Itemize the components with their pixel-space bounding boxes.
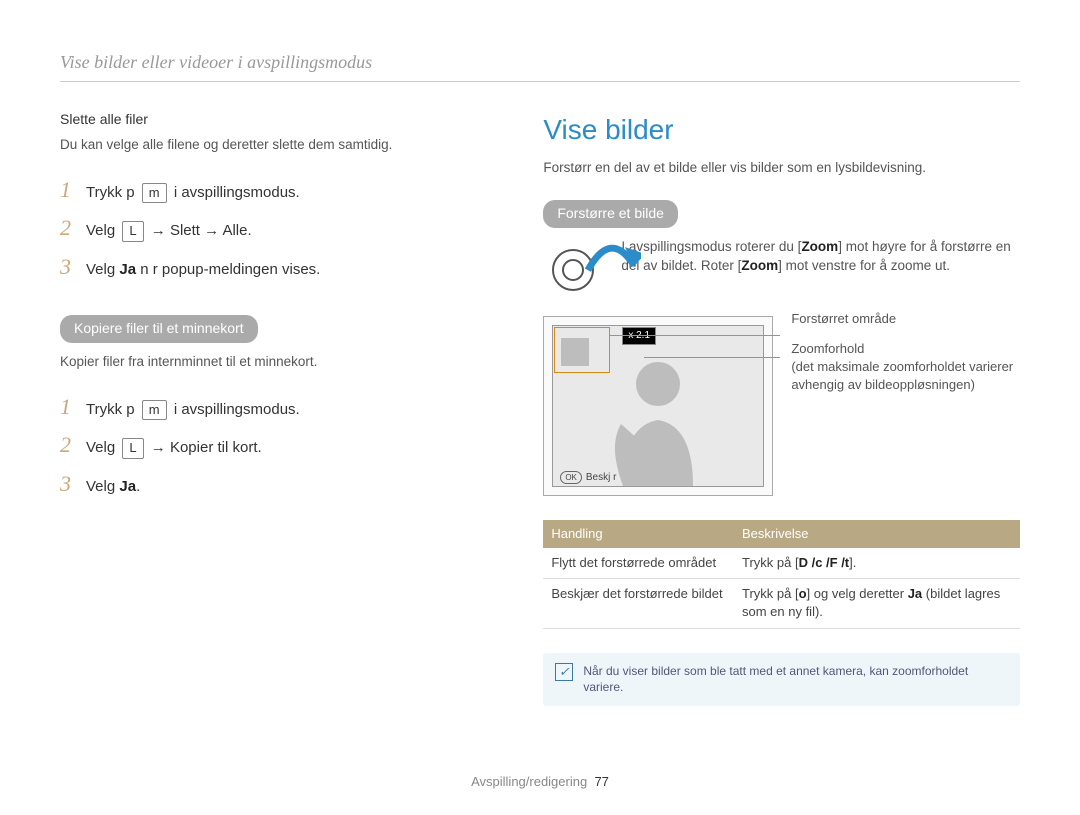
step-text: Velg — [86, 439, 115, 456]
label-enlarged-area: Forstørret område — [791, 310, 1020, 328]
key-L: L — [122, 221, 143, 241]
key-L: L — [122, 438, 143, 458]
pill-copy-files: Kopiere filer til et minnekort — [60, 315, 258, 343]
step-text: Velg — [86, 222, 115, 239]
step-text: Trykk p — [86, 401, 135, 418]
step-bold: Ja — [119, 261, 136, 278]
zoom-description: I avspillingsmodus roterer du [Zoom] mot… — [621, 238, 1020, 276]
intro-text: Forstørr en del av et bilde eller vis bi… — [543, 159, 1020, 178]
info-note: ✓ Når du viser bilder som ble tatt med e… — [543, 653, 1020, 707]
cell-move-area-desc: Trykk på [D /c /F /t]. — [734, 548, 1020, 579]
page-footer: Avspilling/redigering 77 — [0, 773, 1080, 791]
step-text: . — [136, 478, 140, 495]
cell-crop: Beskjær det forstørrede bildet — [543, 579, 734, 628]
zoom-ratio-badge: x 2.1 — [622, 327, 656, 345]
step-text: i avspillingsmodus. — [174, 184, 300, 201]
step-text: Velg — [86, 261, 115, 278]
label-zoom-ratio-sub: (det maksimale zoomforholdet varierer av… — [791, 358, 1020, 394]
step-bold: Ja — [119, 478, 136, 495]
step-text: → Kopier til kort. — [151, 439, 262, 456]
label-zoom-ratio: Zoomforhold — [791, 340, 1020, 358]
info-icon: ✓ — [555, 663, 573, 681]
delete-all-body: Du kan velge alle filene og deretter sle… — [60, 136, 493, 155]
step-text: n r popup-meldingen vises. — [140, 261, 320, 278]
zoom-key: Zoom — [741, 258, 778, 273]
key-m: m — [142, 400, 167, 420]
subhead-delete-all: Slette alle filer — [60, 110, 493, 130]
cell-move-area: Flytt det forstørrede området — [543, 548, 734, 579]
zoom-key: Zoom — [801, 239, 838, 254]
key-m: m — [142, 183, 167, 203]
silhouette-icon — [603, 356, 713, 486]
steps-copy: Trykk p m i avspillingsmodus. Velg L → K… — [60, 388, 493, 504]
step-text: → Slett → Alle. — [151, 222, 252, 239]
ok-crop-label: OK Beskj r — [560, 471, 616, 485]
step-text: i avspillingsmodus. — [174, 401, 300, 418]
zoom-dial-icon — [543, 238, 603, 298]
th-action: Handling — [543, 520, 734, 548]
actions-table: Handling Beskrivelse Flytt det forstørre… — [543, 520, 1020, 629]
copy-body: Kopier filer fra internminnet til et min… — [60, 353, 493, 372]
camera-screen-diagram: x 2.1 OK Beskj r — [543, 316, 773, 496]
step-text: Velg — [86, 478, 115, 495]
zoom-area-indicator — [554, 327, 610, 373]
cell-crop-desc: Trykk på [o] og velg deretter Ja (bildet… — [734, 579, 1020, 628]
breadcrumb: Vise bilder eller videoer i avspillingsm… — [60, 50, 1020, 82]
th-description: Beskrivelse — [734, 520, 1020, 548]
steps-delete-all: Trykk p m i avspillingsmodus. Velg L → S… — [60, 171, 493, 287]
title-vise-bilder: Vise bilder — [543, 110, 1020, 149]
note-text: Når du viser bilder som ble tatt med et … — [583, 663, 1008, 697]
step-text: Trykk p — [86, 184, 135, 201]
